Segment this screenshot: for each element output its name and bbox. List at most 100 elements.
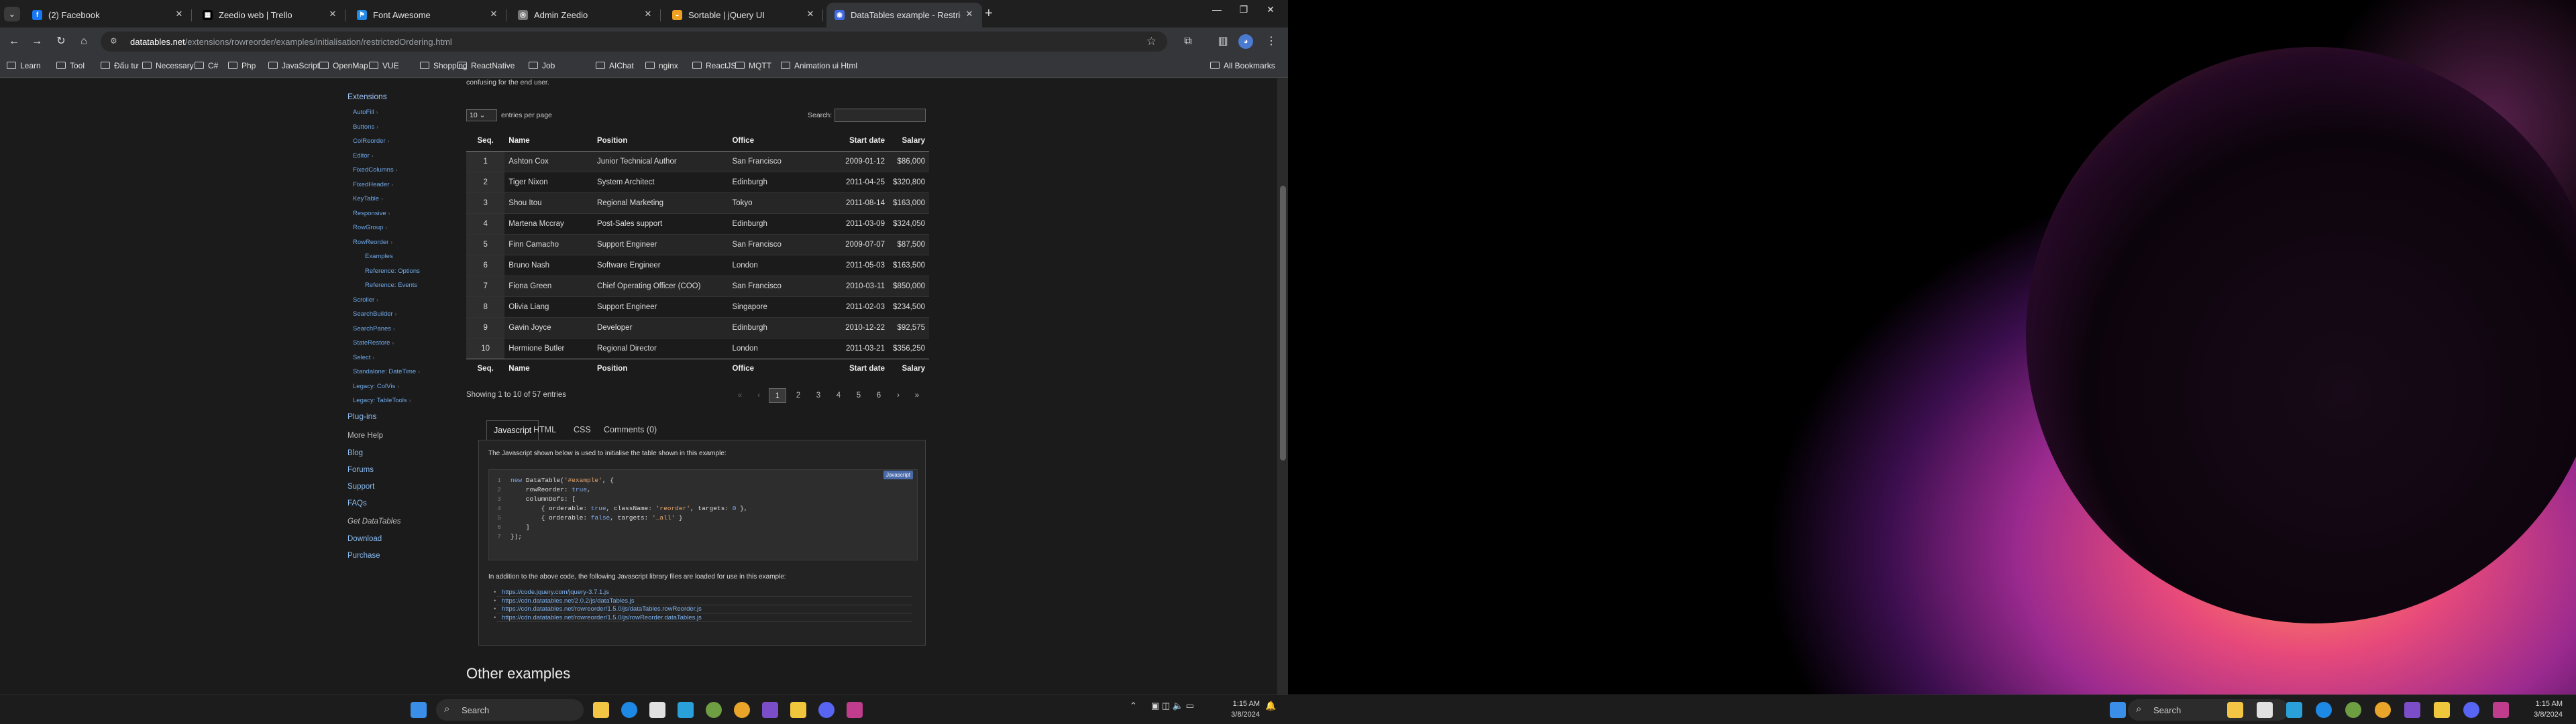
sidebar-plugins[interactable]: Plug-ins	[347, 412, 376, 421]
table-row[interactable]: 10 Hermione Butler Regional Director London…	[466, 337, 929, 359]
sidebar-item[interactable]: RowGroup ›	[353, 224, 387, 231]
sidebar-item[interactable]: Examples	[365, 253, 393, 260]
page-button[interactable]: «	[731, 388, 749, 403]
all-bookmarks[interactable]: All Bookmarks	[1210, 61, 1275, 70]
table-row[interactable]: 1 Ashton Cox Junior Technical Author San Fr…	[466, 150, 929, 172]
taskbar-search[interactable]: ⌕ Search	[436, 699, 584, 721]
column-header[interactable]: Position	[592, 358, 729, 379]
page-button[interactable]: 4	[830, 388, 847, 403]
browser-tab[interactable]: ⚑ Font Awesome ✕	[349, 3, 506, 27]
reorder-handle[interactable]: 2	[466, 171, 505, 192]
bookmark-folder[interactable]: Đấu tư	[101, 61, 139, 70]
sidebar-item[interactable]: Reference: Options	[365, 267, 420, 275]
reorder-handle[interactable]: 5	[466, 233, 505, 255]
column-header[interactable]: Seq.	[466, 131, 505, 152]
reorder-handle[interactable]: 8	[466, 296, 505, 317]
code-tab[interactable]: CSS	[567, 420, 598, 440]
page-scrollbar[interactable]	[1277, 78, 1288, 695]
chrome-active-icon-2[interactable]	[2375, 702, 2391, 718]
start-icon-2[interactable]	[2110, 702, 2126, 718]
library-link[interactable]: https://code.jquery.com/jquery-3.7.1.js	[494, 589, 609, 596]
scrollbar-thumb[interactable]	[1280, 186, 1286, 461]
get-link[interactable]: Download	[347, 535, 382, 543]
bookmark-folder[interactable]: OpenMap	[319, 61, 368, 70]
start-icon[interactable]	[411, 702, 427, 718]
column-header[interactable]: Name	[504, 131, 593, 152]
profile-avatar[interactable]: ◕	[1238, 34, 1253, 49]
column-header[interactable]: Salary	[888, 131, 929, 152]
code-tab[interactable]: HTML	[527, 420, 563, 440]
bookmark-folder[interactable]: Php	[228, 61, 256, 70]
chrome-icon[interactable]	[706, 702, 722, 718]
help-link[interactable]: Blog	[347, 449, 363, 457]
dev-app-icon[interactable]	[847, 702, 863, 718]
sidebar-item[interactable]: SearchBuilder ›	[353, 310, 396, 318]
browser-tab[interactable]: f (2) Facebook ✕	[24, 3, 192, 27]
column-header[interactable]: Office	[728, 131, 812, 152]
table-row[interactable]: 8 Olivia Liang Support Engineer Singapore 20…	[466, 296, 929, 317]
sidebar-item[interactable]: Scroller ›	[353, 296, 378, 304]
edge-icon-2[interactable]	[2316, 702, 2332, 718]
bookmark-folder[interactable]: Tool	[56, 61, 85, 70]
visual-studio-icon-2[interactable]	[2404, 702, 2420, 718]
tray-chevron-icon[interactable]: ⌃	[1130, 701, 1137, 711]
sidebar-item[interactable]: Legacy: TableTools ›	[353, 397, 411, 404]
sidebar-item[interactable]: RowReorder ›	[353, 239, 392, 246]
store-icon-2[interactable]	[2257, 702, 2273, 718]
bookmark-folder[interactable]: C#	[195, 61, 218, 70]
bookmark-folder[interactable]: ReactNative	[458, 61, 515, 70]
browser-tab[interactable]: ◉ DataTables example - Restrict...✕	[826, 3, 982, 27]
sidebar-item[interactable]: Responsive ›	[353, 210, 390, 217]
address-bar[interactable]: ⚙ datatables.net/extensions/rowreorder/e…	[101, 32, 1167, 52]
menu-icon[interactable]: ⋮	[1264, 34, 1279, 49]
extensions-icon[interactable]: ⧉	[1181, 34, 1195, 49]
page-button[interactable]: ‹	[750, 388, 767, 403]
reorder-handle[interactable]: 7	[466, 275, 505, 296]
page-button[interactable]: 2	[790, 388, 807, 403]
sidebar-item[interactable]: KeyTable ›	[353, 195, 383, 202]
tab-search-button[interactable]: ⌄	[4, 7, 20, 21]
visual-studio-icon[interactable]	[762, 702, 778, 718]
forward-icon[interactable]: →	[30, 34, 44, 49]
clock[interactable]: 1:15 AM 3/8/2024	[1220, 699, 1260, 720]
reorder-handle[interactable]: 4	[466, 213, 505, 234]
sidebar-item[interactable]: SearchPanes ›	[353, 325, 395, 333]
bookmark-folder[interactable]: MQTT	[735, 61, 771, 70]
back-icon[interactable]: ←	[7, 34, 21, 49]
tab-close-icon[interactable]: ✕	[804, 8, 816, 20]
sidebar-item[interactable]: Reference: Events	[365, 282, 417, 289]
browser-tab[interactable]: ◎ Admin Zeedio ✕	[510, 3, 661, 27]
page-button[interactable]: 5	[850, 388, 867, 403]
file-explorer-icon[interactable]	[593, 702, 609, 718]
notes-icon-2[interactable]	[2434, 702, 2450, 718]
help-link[interactable]: Support	[347, 483, 374, 491]
bookmark-star-icon[interactable]: ☆	[1146, 35, 1157, 48]
chrome-active-icon[interactable]	[734, 702, 750, 718]
reorder-handle[interactable]: 9	[466, 316, 505, 338]
sidebar-item[interactable]: Select ›	[353, 354, 374, 361]
new-tab-button[interactable]: +	[985, 6, 993, 21]
browser-tab[interactable]: ▦ Zeedio web | Trello ✕	[195, 3, 345, 27]
site-info-icon[interactable]: ⚙	[110, 36, 117, 46]
notification-bell-icon[interactable]: 🔔	[1265, 701, 1276, 711]
bookmark-folder[interactable]: Animation ui Html	[781, 61, 857, 70]
table-row[interactable]: 7 Fiona Green Chief Operating Officer (COO…	[466, 275, 929, 296]
discord-icon-2[interactable]	[2463, 702, 2479, 718]
column-header[interactable]: Start date	[811, 358, 889, 379]
dev-app-icon-2[interactable]	[2493, 702, 2509, 718]
browser-tab[interactable]: ◒ Sortable | jQuery UI ✕	[664, 3, 823, 27]
search-input[interactable]	[835, 109, 926, 122]
sidebar-item[interactable]: Standalone: DateTime ›	[353, 368, 420, 375]
bookmark-folder[interactable]: JavaScript	[268, 61, 319, 70]
bookmark-folder[interactable]: Job	[529, 61, 555, 70]
home-icon[interactable]: ⌂	[76, 34, 91, 49]
sidebar-section-title[interactable]: Extensions	[347, 92, 387, 101]
reorder-handle[interactable]: 3	[466, 192, 505, 213]
bookmark-folder[interactable]: Learn	[7, 61, 41, 70]
column-header[interactable]: Name	[504, 358, 593, 379]
library-link[interactable]: https://cdn.datatables.net/2.0.2/js/data…	[494, 597, 634, 605]
tray-apps-icon[interactable]: ▣ ◫ 🔈 ▭	[1151, 701, 1194, 711]
page-button[interactable]: 6	[870, 388, 888, 403]
reorder-handle[interactable]: 1	[466, 150, 505, 172]
bookmark-folder[interactable]: Necessary	[142, 61, 194, 70]
